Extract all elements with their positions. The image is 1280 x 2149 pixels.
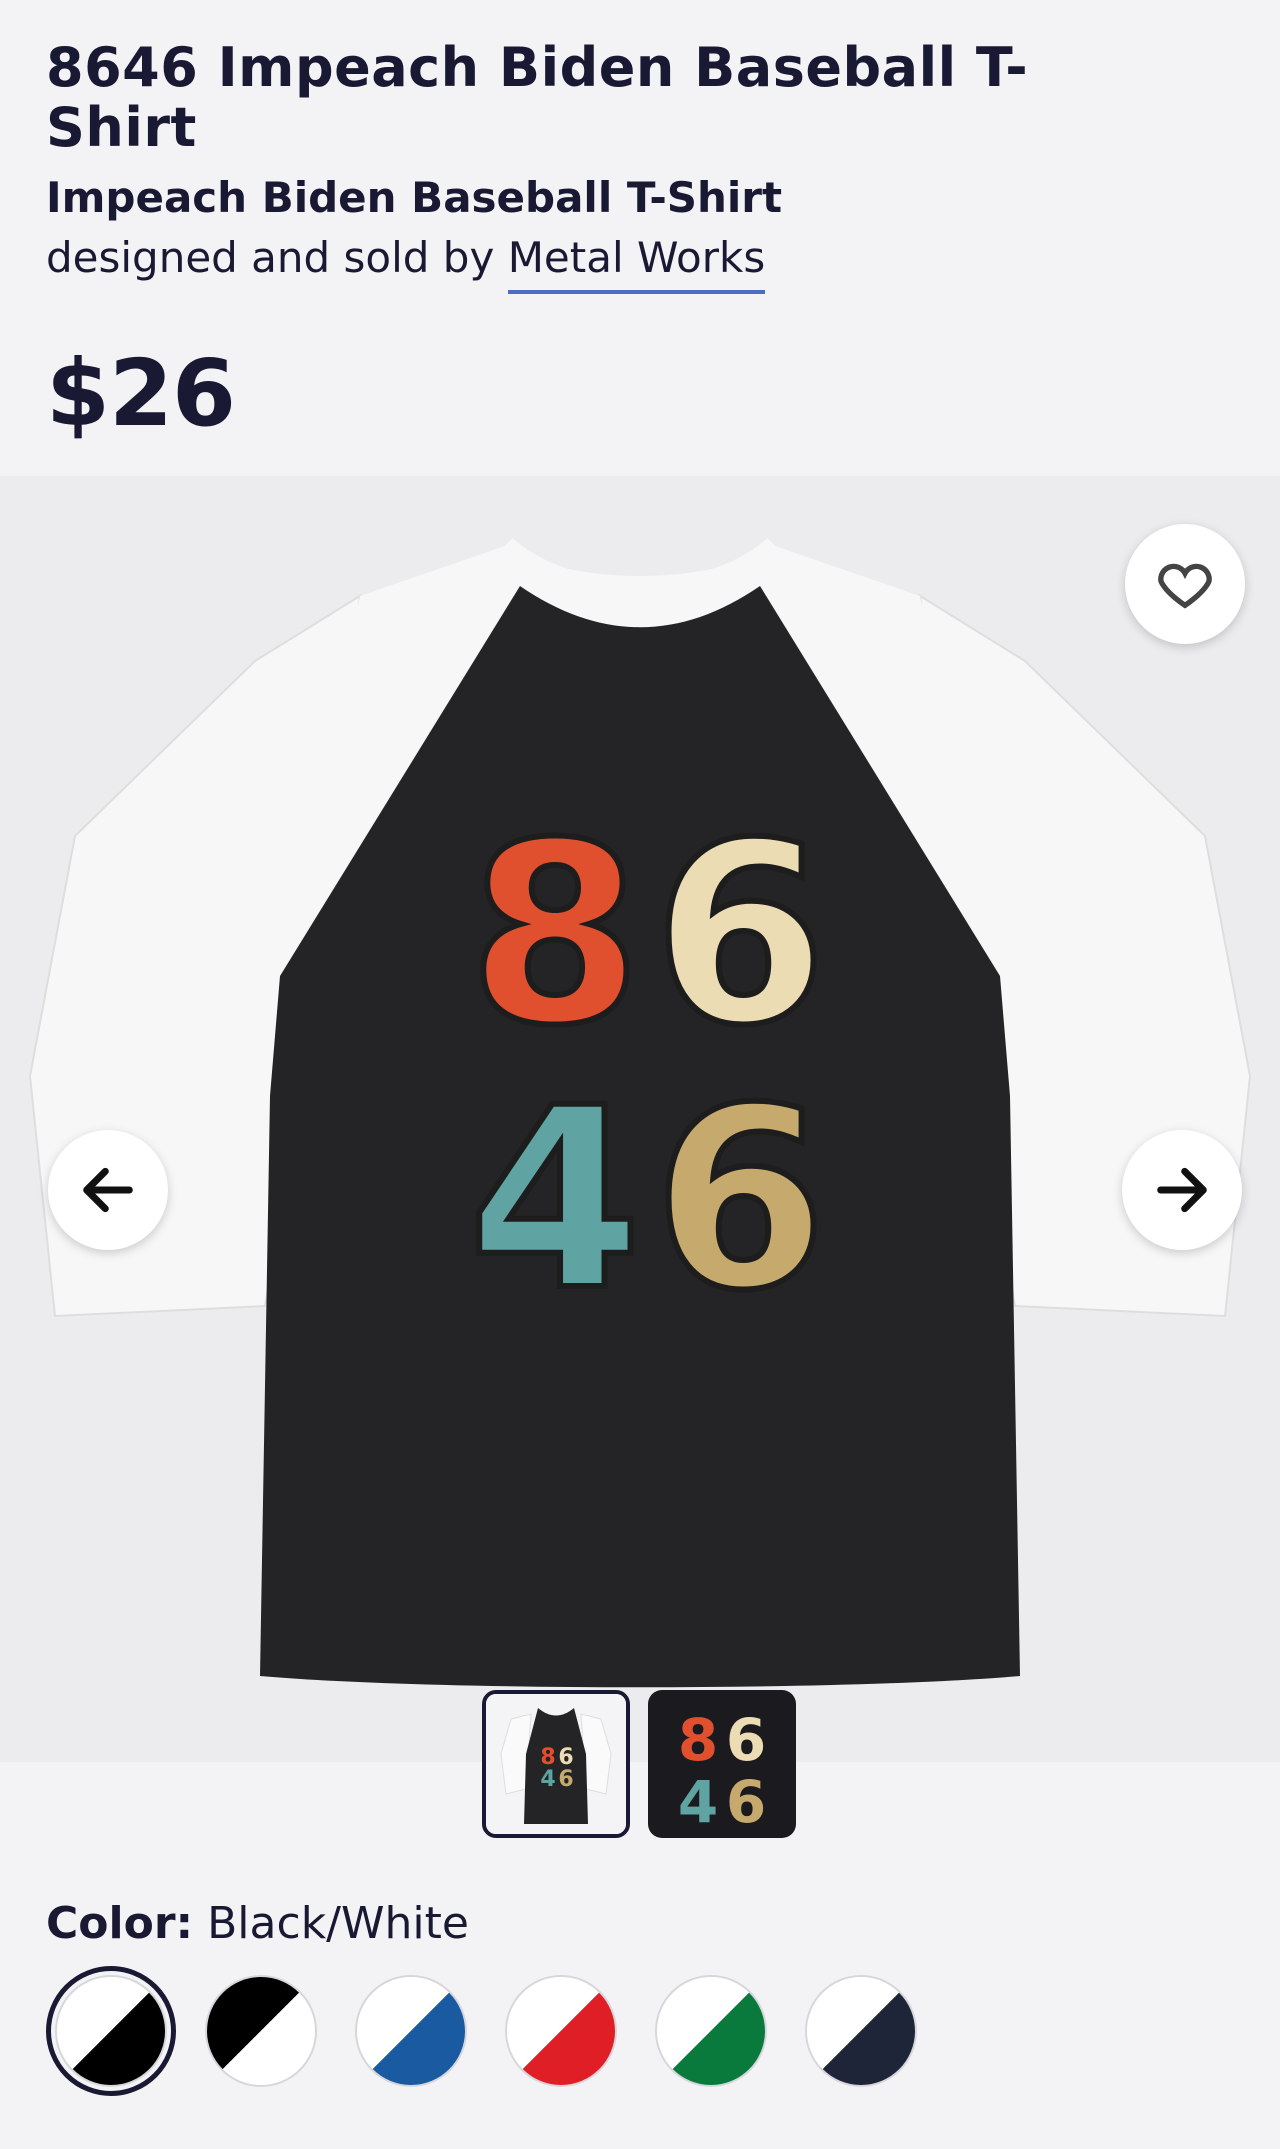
designer-link[interactable]: Metal Works <box>507 233 766 294</box>
print-digit: 6 <box>653 789 827 1080</box>
print-digit: 6 <box>653 1054 827 1345</box>
thumbnail-image: 8 6 4 6 <box>486 1694 626 1834</box>
thumb-digit: 4 <box>678 1768 718 1836</box>
selected-color-value: Black/White <box>207 1898 469 1949</box>
color-swatch-red-white[interactable] <box>496 1966 626 2096</box>
thumb-digit: 6 <box>726 1706 766 1774</box>
designer-byline: designed and sold by Metal Works <box>46 230 1226 294</box>
color-swatches <box>46 1966 926 2096</box>
color-swatch-white-black[interactable] <box>196 1966 326 2096</box>
swatch-fill <box>807 1977 915 2085</box>
thumb-digit: 6 <box>558 1767 573 1792</box>
color-swatch-royal-white[interactable] <box>346 1966 476 2096</box>
favorite-button[interactable] <box>1125 524 1245 644</box>
arrow-left-icon <box>83 1167 133 1213</box>
thumbnail-image: 8 6 4 6 <box>678 1706 766 1836</box>
product-title: 8646 Impeach Biden Baseball T-Shirt <box>46 36 1029 159</box>
previous-image-button[interactable] <box>48 1130 168 1250</box>
heart-outline-icon <box>1158 563 1212 609</box>
swatch-fill <box>357 1977 465 2085</box>
thumb-digit: 8 <box>678 1706 718 1774</box>
color-selector-label: Color: Black/White <box>46 1898 469 1949</box>
swatch-fill <box>657 1977 765 2085</box>
color-label: Color: <box>46 1898 194 1949</box>
color-swatch-black-white[interactable] <box>46 1966 176 2096</box>
product-image: 8 6 4 6 <box>28 537 1252 1688</box>
swatch-fill <box>207 1977 315 2085</box>
swatch-fill <box>507 1977 615 2085</box>
thumbnail-design[interactable]: 8 6 4 6 <box>648 1690 796 1838</box>
product-subtitle: Impeach Biden Baseball T-Shirt <box>46 173 783 222</box>
product-header: 8646 Impeach Biden Baseball T-Shirt Impe… <box>46 36 1226 294</box>
thumb-digit: 4 <box>540 1767 555 1792</box>
thumb-digit: 6 <box>726 1768 766 1836</box>
product-gallery[interactable]: 8 6 4 6 <box>0 476 1280 1762</box>
print-digit: 8 <box>468 789 642 1080</box>
thumbnail-front[interactable]: 8 6 4 6 <box>482 1690 630 1838</box>
color-swatch-green-white[interactable] <box>646 1966 776 2096</box>
print-digit: 4 <box>468 1054 642 1345</box>
swatch-fill <box>57 1977 165 2085</box>
product-price: $26 <box>46 340 236 447</box>
color-swatch-navy-white[interactable] <box>796 1966 926 2096</box>
arrow-right-icon <box>1157 1167 1207 1213</box>
next-image-button[interactable] <box>1122 1130 1242 1250</box>
thumbnail-strip: 8 6 4 6 8 6 4 6 <box>482 1690 796 1838</box>
byline-prefix: designed and sold by <box>46 233 495 282</box>
